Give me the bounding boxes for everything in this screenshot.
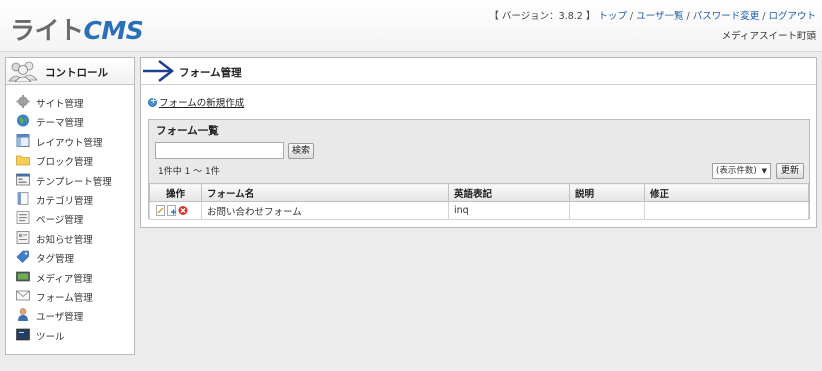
sidebar-item-site[interactable]: サイト管理 <box>6 93 134 112</box>
form-list-title: フォーム一覧 <box>156 125 219 137</box>
mail-icon <box>16 290 30 301</box>
sidebar-item-category[interactable]: カテゴリ管理 <box>6 190 134 209</box>
globe-icon <box>17 114 29 127</box>
nav-top-link[interactable]: トップ <box>598 11 627 22</box>
sidebar-item-form[interactable]: フォーム管理 <box>6 287 134 306</box>
sidebar-menu: サイト管理 テーマ管理 レイアウト管理 ブロック管理 テンプレート管理 カテゴリ… <box>6 85 134 345</box>
sidebar-item-user[interactable]: ユーザ管理 <box>6 306 134 325</box>
copy-icon[interactable] <box>167 205 177 216</box>
table-row: お問い合わせフォーム inq <box>149 201 809 220</box>
row-operations <box>149 201 202 220</box>
notice-icon <box>16 230 30 244</box>
sidebar-item-page[interactable]: ページ管理 <box>6 209 134 228</box>
form-list-panel: フォーム一覧 検索 1件中 1 ～ 1件 (表示件数) ▼ 更新 操作 フォーム名… <box>148 119 810 220</box>
sidebar-item-layout[interactable]: レイアウト管理 <box>6 132 134 151</box>
add-icon <box>148 96 157 107</box>
row-form-name: お問い合わせフォーム <box>201 201 449 220</box>
form-table: 操作 フォーム名 英語表記 説明 修正 お問い合わせフォーム inq <box>149 183 809 220</box>
nav-logout-link[interactable]: ログアウト <box>768 11 816 22</box>
column-header-modified: 修正 <box>644 183 809 202</box>
folder-icon <box>16 155 30 166</box>
column-header-english[interactable]: 英語表記 <box>448 183 570 202</box>
arrow-right-icon <box>143 60 175 82</box>
sidebar-header: コントロール <box>6 58 134 85</box>
gear-icon <box>16 95 30 108</box>
template-icon <box>16 173 30 185</box>
sidebar-item-theme[interactable]: テーマ管理 <box>6 112 134 131</box>
site-name: メディアスイート町頭 <box>721 31 816 42</box>
update-button[interactable]: 更新 <box>776 163 804 179</box>
row-description <box>569 201 645 220</box>
sidebar-item-template[interactable]: テンプレート管理 <box>6 171 134 190</box>
row-modified <box>644 201 809 220</box>
media-icon <box>16 271 30 281</box>
top-nav: 【 バージョン：3.8.2 】 トップ / ユーザ一覧 / パスワード変更 / … <box>489 11 816 22</box>
main-header: フォーム管理 <box>141 58 816 85</box>
tool-icon <box>16 328 30 340</box>
header: ライトCMS 【 バージョン：3.8.2 】 トップ / ユーザ一覧 / パスワ… <box>0 0 822 52</box>
user-icon <box>18 308 28 322</box>
main-panel: フォーム管理 フォームの新規作成 フォーム一覧 検索 1件中 1 ～ 1件 (表… <box>140 57 817 228</box>
column-header-operation: 操作 <box>149 183 202 202</box>
edit-icon[interactable] <box>156 205 166 216</box>
table-header-row: 操作 フォーム名 英語表記 説明 修正 <box>149 183 809 202</box>
sidebar-title: コントロール <box>45 67 108 79</box>
chevron-down-icon: ▼ <box>761 167 767 175</box>
row-english: inq <box>448 201 570 220</box>
tag-icon <box>16 250 29 264</box>
search-button[interactable]: 検索 <box>288 143 314 159</box>
sidebar-item-notice[interactable]: お知らせ管理 <box>6 229 134 248</box>
delete-icon[interactable] <box>178 205 188 216</box>
sidebar-item-tag[interactable]: タグ管理 <box>6 248 134 267</box>
logo[interactable]: ライトCMS <box>10 11 144 47</box>
per-page-select[interactable]: (表示件数) ▼ <box>712 163 771 179</box>
new-form-link[interactable]: フォームの新規作成 <box>159 98 244 109</box>
page-icon <box>16 211 30 225</box>
category-icon <box>17 192 29 205</box>
nav-user-list-link[interactable]: ユーザ一覧 <box>636 11 683 22</box>
new-form-link-row: フォームの新規作成 <box>148 95 244 109</box>
result-count: 1件中 1 ～ 1件 <box>158 167 220 177</box>
sidebar-item-media[interactable]: メディア管理 <box>6 268 134 287</box>
sidebar-item-tool[interactable]: ツール <box>6 326 134 345</box>
version-label: 【 バージョン：3.8.2 】 <box>489 11 596 22</box>
sidebar: コントロール サイト管理 テーマ管理 レイアウト管理 ブロック管理 テンプレート… <box>5 57 135 355</box>
layout-icon <box>16 133 30 147</box>
column-header-description: 説明 <box>569 183 645 202</box>
search-input[interactable] <box>155 142 284 159</box>
page-title: フォーム管理 <box>179 67 242 79</box>
nav-password-change-link[interactable]: パスワード変更 <box>693 11 760 22</box>
sidebar-item-block[interactable]: ブロック管理 <box>6 151 134 170</box>
people-icon <box>8 61 38 82</box>
column-header-form-name[interactable]: フォーム名 <box>201 183 449 202</box>
